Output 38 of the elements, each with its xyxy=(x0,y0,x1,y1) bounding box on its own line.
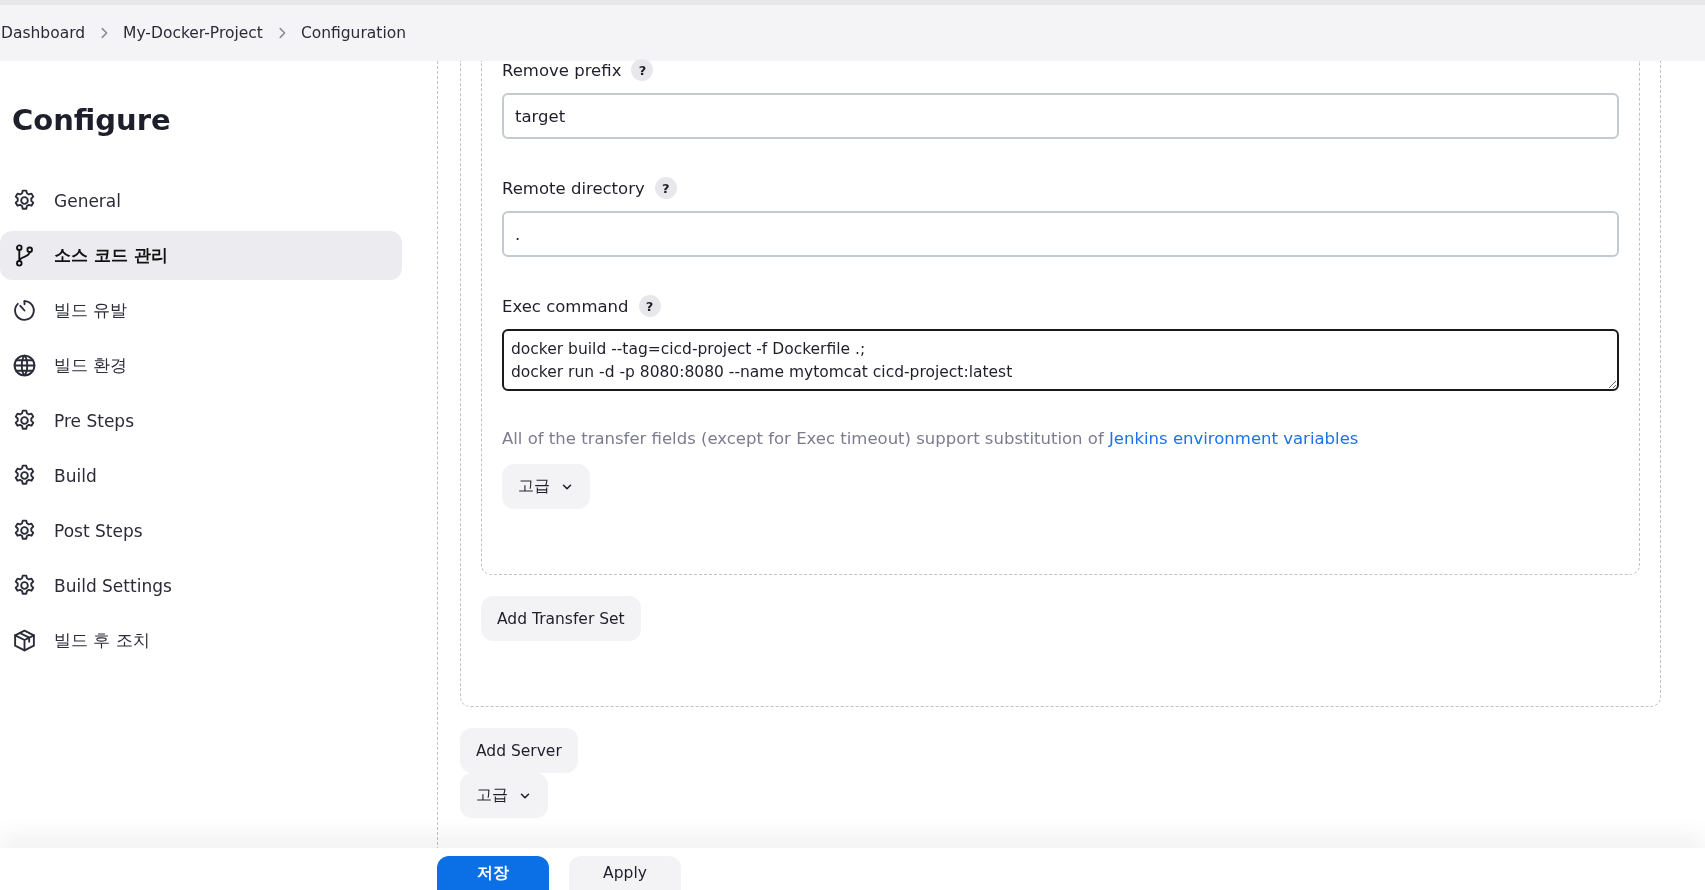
page-title: Configure xyxy=(12,102,171,139)
field-label: Exec command xyxy=(502,296,629,316)
field-label: Remove prefix xyxy=(502,60,622,80)
field-label: Remote directory xyxy=(502,178,645,198)
help-button[interactable]: ? xyxy=(654,177,677,199)
gear-icon xyxy=(12,463,37,488)
sidebar-item[interactable]: 빌드 유발 xyxy=(0,286,402,335)
add-transfer-set-button[interactable]: Add Transfer Set xyxy=(481,596,641,641)
apply-button[interactable]: Apply xyxy=(569,856,681,890)
package-icon xyxy=(12,628,37,653)
sidebar-item[interactable]: 소스 코드 관리 xyxy=(0,231,402,280)
help-text: All of the transfer fields (except for Exec timeout) support substitution of Jenkins environment variables xyxy=(502,428,1360,450)
globe-icon xyxy=(12,353,37,378)
breadcrumb-link[interactable]: Dashboard xyxy=(1,24,86,42)
sidebar-item[interactable]: Post Steps xyxy=(0,506,402,555)
sidebar-item[interactable]: General xyxy=(0,176,402,225)
advanced-button[interactable]: 고급 xyxy=(502,464,590,509)
advanced-button[interactable]: 고급 xyxy=(460,773,548,818)
breadcrumb-link[interactable]: Configuration xyxy=(300,24,406,42)
text-field[interactable]: . xyxy=(502,211,1619,257)
gear-icon xyxy=(12,408,37,433)
save-button[interactable]: 저장 xyxy=(437,856,549,890)
timer-icon xyxy=(12,298,37,323)
sidebar-item[interactable]: 빌드 환경 xyxy=(0,341,402,390)
gear-icon xyxy=(12,518,37,543)
sidebar-item[interactable]: Build xyxy=(0,451,402,500)
environment-variables-link[interactable]: Jenkins environment variables xyxy=(1109,429,1359,448)
breadcrumb-link[interactable]: My-Docker-Project xyxy=(123,24,263,42)
sidebar-item[interactable]: Build Settings xyxy=(0,561,402,610)
help-button[interactable]: ? xyxy=(631,59,654,81)
add-server-button[interactable]: Add Server xyxy=(460,728,578,773)
command-textarea[interactable]: docker build --tag=cicd-project -f Dockerfile .; docker run -d -p 8080:8080 --name mytomcat cicd-project:latest xyxy=(502,329,1619,391)
help-button[interactable]: ? xyxy=(638,295,661,317)
gear-icon xyxy=(12,573,37,598)
gear-icon xyxy=(12,188,37,213)
text-field[interactable]: target xyxy=(502,93,1619,139)
sidebar-item[interactable]: 빌드 후 조치 xyxy=(0,616,402,665)
sidebar-item[interactable]: Pre Steps xyxy=(0,396,402,445)
